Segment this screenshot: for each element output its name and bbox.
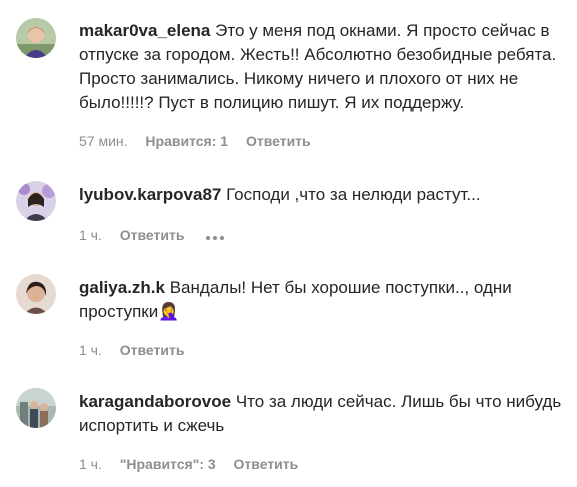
comment-username[interactable]: lyubov.karpova87 bbox=[79, 185, 221, 204]
reply-button[interactable]: Ответить bbox=[120, 227, 185, 243]
comment-time[interactable]: 57 мин. bbox=[79, 133, 128, 149]
comment-username[interactable]: karagandaborovoe bbox=[79, 392, 231, 411]
comment-text: lyubov.karpova87 Господи ,что за нелюди … bbox=[79, 183, 569, 207]
more-horizontal-icon[interactable] bbox=[206, 228, 227, 244]
comment-text: makar0va_elena Это у меня под окнами. Я … bbox=[79, 19, 569, 115]
reply-button[interactable]: Ответить bbox=[234, 456, 299, 472]
avatar[interactable] bbox=[16, 388, 56, 428]
reply-button[interactable]: Ответить bbox=[246, 133, 311, 149]
comment-text: galiya.zh.k Вандалы! Нет бы хорошие пост… bbox=[79, 276, 569, 324]
comment-username[interactable]: galiya.zh.k bbox=[79, 278, 165, 297]
comment-username[interactable]: makar0va_elena bbox=[79, 21, 210, 40]
comment-time[interactable]: 1 ч. bbox=[79, 227, 102, 243]
comment-time[interactable]: 1 ч. bbox=[79, 456, 102, 472]
comment-body: Господи ,что за нелюди растут... bbox=[226, 185, 481, 204]
avatar[interactable] bbox=[16, 181, 56, 221]
likes-count[interactable]: "Нравится": 3 bbox=[120, 456, 216, 472]
avatar[interactable] bbox=[16, 18, 56, 58]
comment-time[interactable]: 1 ч. bbox=[79, 342, 102, 358]
comment-meta: 1 ч. Ответить bbox=[79, 342, 198, 358]
avatar[interactable] bbox=[16, 274, 56, 314]
likes-count[interactable]: Нравится: 1 bbox=[145, 133, 228, 149]
comment-meta: 57 мин. Нравится: 1 Ответить bbox=[79, 133, 325, 149]
comment-meta: 1 ч. Ответить bbox=[79, 227, 241, 244]
reply-button[interactable]: Ответить bbox=[120, 342, 185, 358]
comment-meta: 1 ч. "Нравится": 3 Ответить bbox=[79, 456, 312, 472]
comment-text: karagandaborovoe Что за люди сейчас. Лиш… bbox=[79, 390, 569, 438]
